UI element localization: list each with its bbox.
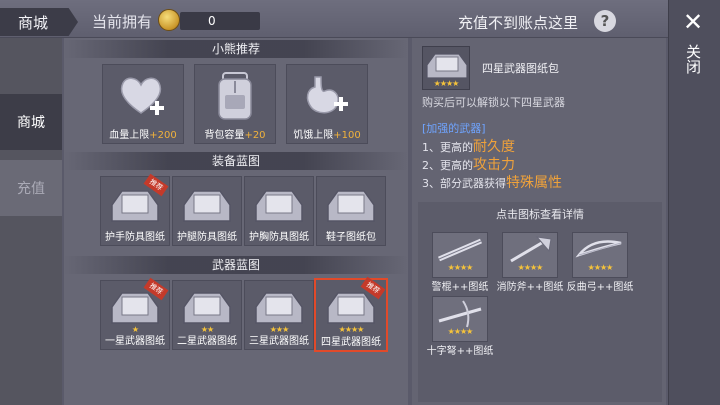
blueprint-box-icon [255, 292, 303, 324]
heart-plus-icon [120, 77, 164, 115]
item-name: 四星武器图纸 [321, 337, 381, 348]
sidebar: 商城 充值 [0, 38, 62, 405]
click-hint: 点击图标查看详情 [496, 208, 584, 221]
weapon-list: 点击图标查看详情 ★★★★ 警棍++图纸 ★★★★ 消防斧++图纸 ★★★★ 反… [418, 202, 662, 402]
blueprint-box-icon [255, 190, 303, 222]
enhanced-title: [加强的武器] [422, 122, 486, 135]
recommend-item-hunger[interactable]: 饥饿上限+100 [286, 64, 368, 144]
item-bonus: +100 [333, 130, 361, 141]
blueprint-box-icon [327, 190, 375, 222]
item-name: 二星武器图纸 [177, 336, 237, 347]
enhanced-line: 3、部分武器获得特殊属性 [422, 175, 562, 191]
sidebar-item-recharge[interactable]: 充值 [0, 160, 62, 216]
sidebar-item-shop[interactable]: 商城 [0, 94, 62, 150]
owned-label: 当前拥有 [92, 13, 153, 31]
selected-item-icon: ★★★★ [422, 46, 470, 90]
gear-item-legs[interactable]: 护腿防具图纸 [172, 176, 242, 246]
weapon-item-4star[interactable]: 推荐 ★★★★ 四星武器图纸 [314, 276, 388, 352]
enhanced-line: 1、更高的耐久度 [422, 139, 515, 155]
item-name: 护胸防具图纸 [249, 232, 309, 243]
weapon-item-1star[interactable]: 推荐 ★ 一星武器图纸 [100, 277, 170, 350]
weapon-crossbow-icon-tile[interactable]: ★★★★ [432, 296, 488, 342]
weapon-item-2star[interactable]: ★★ 二星武器图纸 [172, 280, 242, 350]
item-name: 护手防具图纸 [105, 232, 165, 243]
item-bonus: +200 [149, 130, 177, 141]
weapon-name: 十字弩++图纸 [426, 346, 494, 357]
section-gear-title: 装备蓝图 [64, 152, 408, 170]
weapon-baton-icon-tile[interactable]: ★★★★ [432, 232, 488, 278]
weapon-name: 警棍++图纸 [431, 282, 489, 293]
stomach-plus-icon [306, 76, 348, 114]
recommend-item-backpack[interactable]: 背包容量+20 [194, 64, 276, 144]
bow-icon [575, 240, 622, 258]
section-recommend-title: 小熊推荐 [64, 40, 408, 58]
star-rating: ★★★★ [587, 263, 614, 272]
blueprint-box-icon [426, 53, 468, 79]
recharge-issue-link[interactable]: 充值不到账点这里 [458, 12, 578, 33]
weapon-axe-icon-tile[interactable]: ★★★★ [502, 232, 558, 278]
item-name: 鞋子图纸包 [326, 232, 376, 243]
star-rating: ★★★★ [433, 79, 460, 88]
item-name: 饥饿上限 [293, 130, 334, 141]
star-rating: ★★★★ [447, 327, 474, 336]
item-name: 护腿防具图纸 [177, 232, 237, 243]
recommend-item-health[interactable]: 血量上限+200 [102, 64, 184, 144]
weapon-item-3star[interactable]: ★★★ 三星武器图纸 [244, 280, 314, 350]
gear-item-chest[interactable]: 护胸防具图纸 [244, 176, 314, 246]
star-rating: ★★★★ [517, 263, 544, 272]
baton-icon [438, 238, 482, 262]
item-bonus: +20 [244, 130, 266, 141]
page-title: 商城 [0, 8, 78, 36]
item-name: 血量上限 [109, 130, 150, 141]
enhanced-line: 2、更高的攻击力 [422, 157, 515, 173]
blueprint-box-icon [183, 292, 231, 324]
shop-panel: 小熊推荐 血量上限+200 背包容量+20 饥饿上限+100 装备蓝图 推荐 护… [64, 38, 408, 405]
weapon-name: 反曲弓++图纸 [566, 282, 634, 293]
weapon-bow-icon-tile[interactable]: ★★★★ [572, 232, 628, 278]
top-bar: 商城 当前拥有 0 充值不到账点这里 ? [0, 0, 668, 38]
detail-panel: ★★★★ 四星武器图纸包 购买后可以解锁以下四星武器 [加强的武器] 1、更高的… [412, 38, 666, 405]
blueprint-box-icon [183, 190, 231, 222]
star-rating: ★★★★ [447, 263, 474, 272]
gear-item-gloves[interactable]: 推荐 护手防具图纸 [100, 173, 170, 246]
selected-item-description: 购买后可以解锁以下四星武器 [422, 96, 565, 109]
item-name: 三星武器图纸 [249, 336, 309, 347]
section-weapon-title: 武器蓝图 [64, 256, 408, 274]
item-name: 背包容量 [204, 130, 245, 141]
weapon-name: 消防斧++图纸 [496, 282, 564, 293]
crossbow-icon [438, 300, 482, 328]
selected-item-name: 四星武器图纸包 [482, 62, 559, 75]
backpack-icon [218, 72, 252, 120]
help-icon[interactable]: ? [594, 10, 616, 32]
close-label[interactable]: 关闭 [684, 44, 704, 74]
item-name: 一星武器图纸 [105, 336, 165, 347]
coin-icon [158, 9, 180, 31]
coin-count: 0 [180, 12, 260, 30]
gear-item-shoes[interactable]: 鞋子图纸包 [316, 176, 386, 246]
close-icon[interactable]: ✕ [683, 10, 703, 34]
axe-icon [510, 236, 552, 263]
